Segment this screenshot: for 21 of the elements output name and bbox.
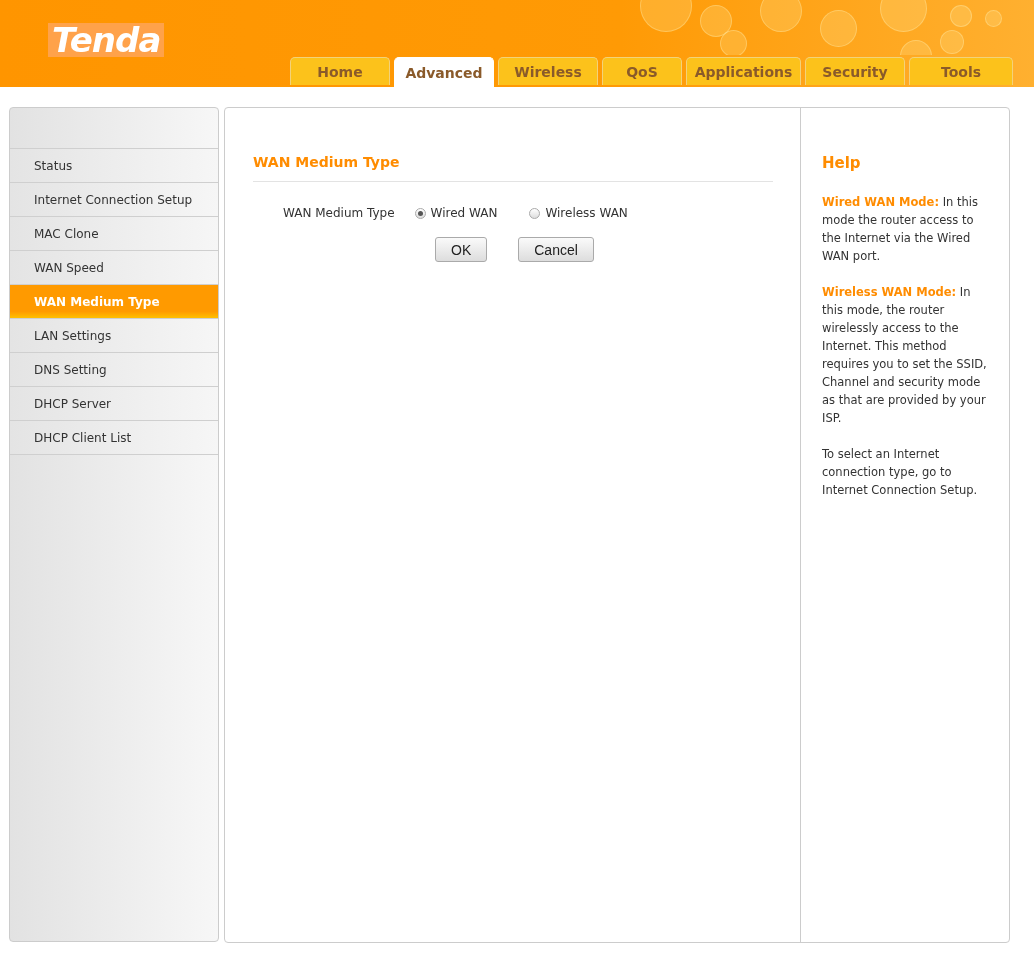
radio-button[interactable]: [414, 207, 426, 219]
nav-tab[interactable]: Security: [805, 57, 905, 85]
section-title: WAN Medium Type: [253, 154, 773, 182]
nav-tab[interactable]: Wireless: [498, 57, 598, 85]
help-text: Wired WAN Mode: In this mode the router access to the Internet via the Wired WAN port.: [822, 194, 979, 265]
sidebar-item[interactable]: DHCP Client List: [10, 420, 218, 455]
help-text: To select an Internet connection type, go to Internet Connection Setup.: [822, 446, 979, 499]
nav-tab[interactable]: Tools: [909, 57, 1013, 85]
nav-tab[interactable]: Home: [290, 57, 390, 85]
ok-button[interactable]: OK: [435, 237, 488, 262]
radio-label[interactable]: Wired WAN: [430, 206, 498, 220]
radio-button[interactable]: [529, 207, 541, 219]
field-label: WAN Medium Type: [283, 206, 395, 220]
nav-tab[interactable]: Advanced: [394, 57, 494, 87]
radio-label[interactable]: Wireless WAN: [545, 206, 628, 220]
logo: Tenda: [48, 23, 165, 57]
cancel-button[interactable]: Cancel: [518, 237, 594, 262]
nav-tab[interactable]: QoS: [602, 57, 682, 85]
help-title: Help: [822, 154, 862, 172]
nav-tab[interactable]: Applications: [686, 57, 801, 85]
help-text: Wireless WAN Mode: In this mode, the router wirelessly access to the Internet. This method requires you to set the SSID, Channel and security mode as that are provided by your ISP.: [822, 284, 988, 427]
